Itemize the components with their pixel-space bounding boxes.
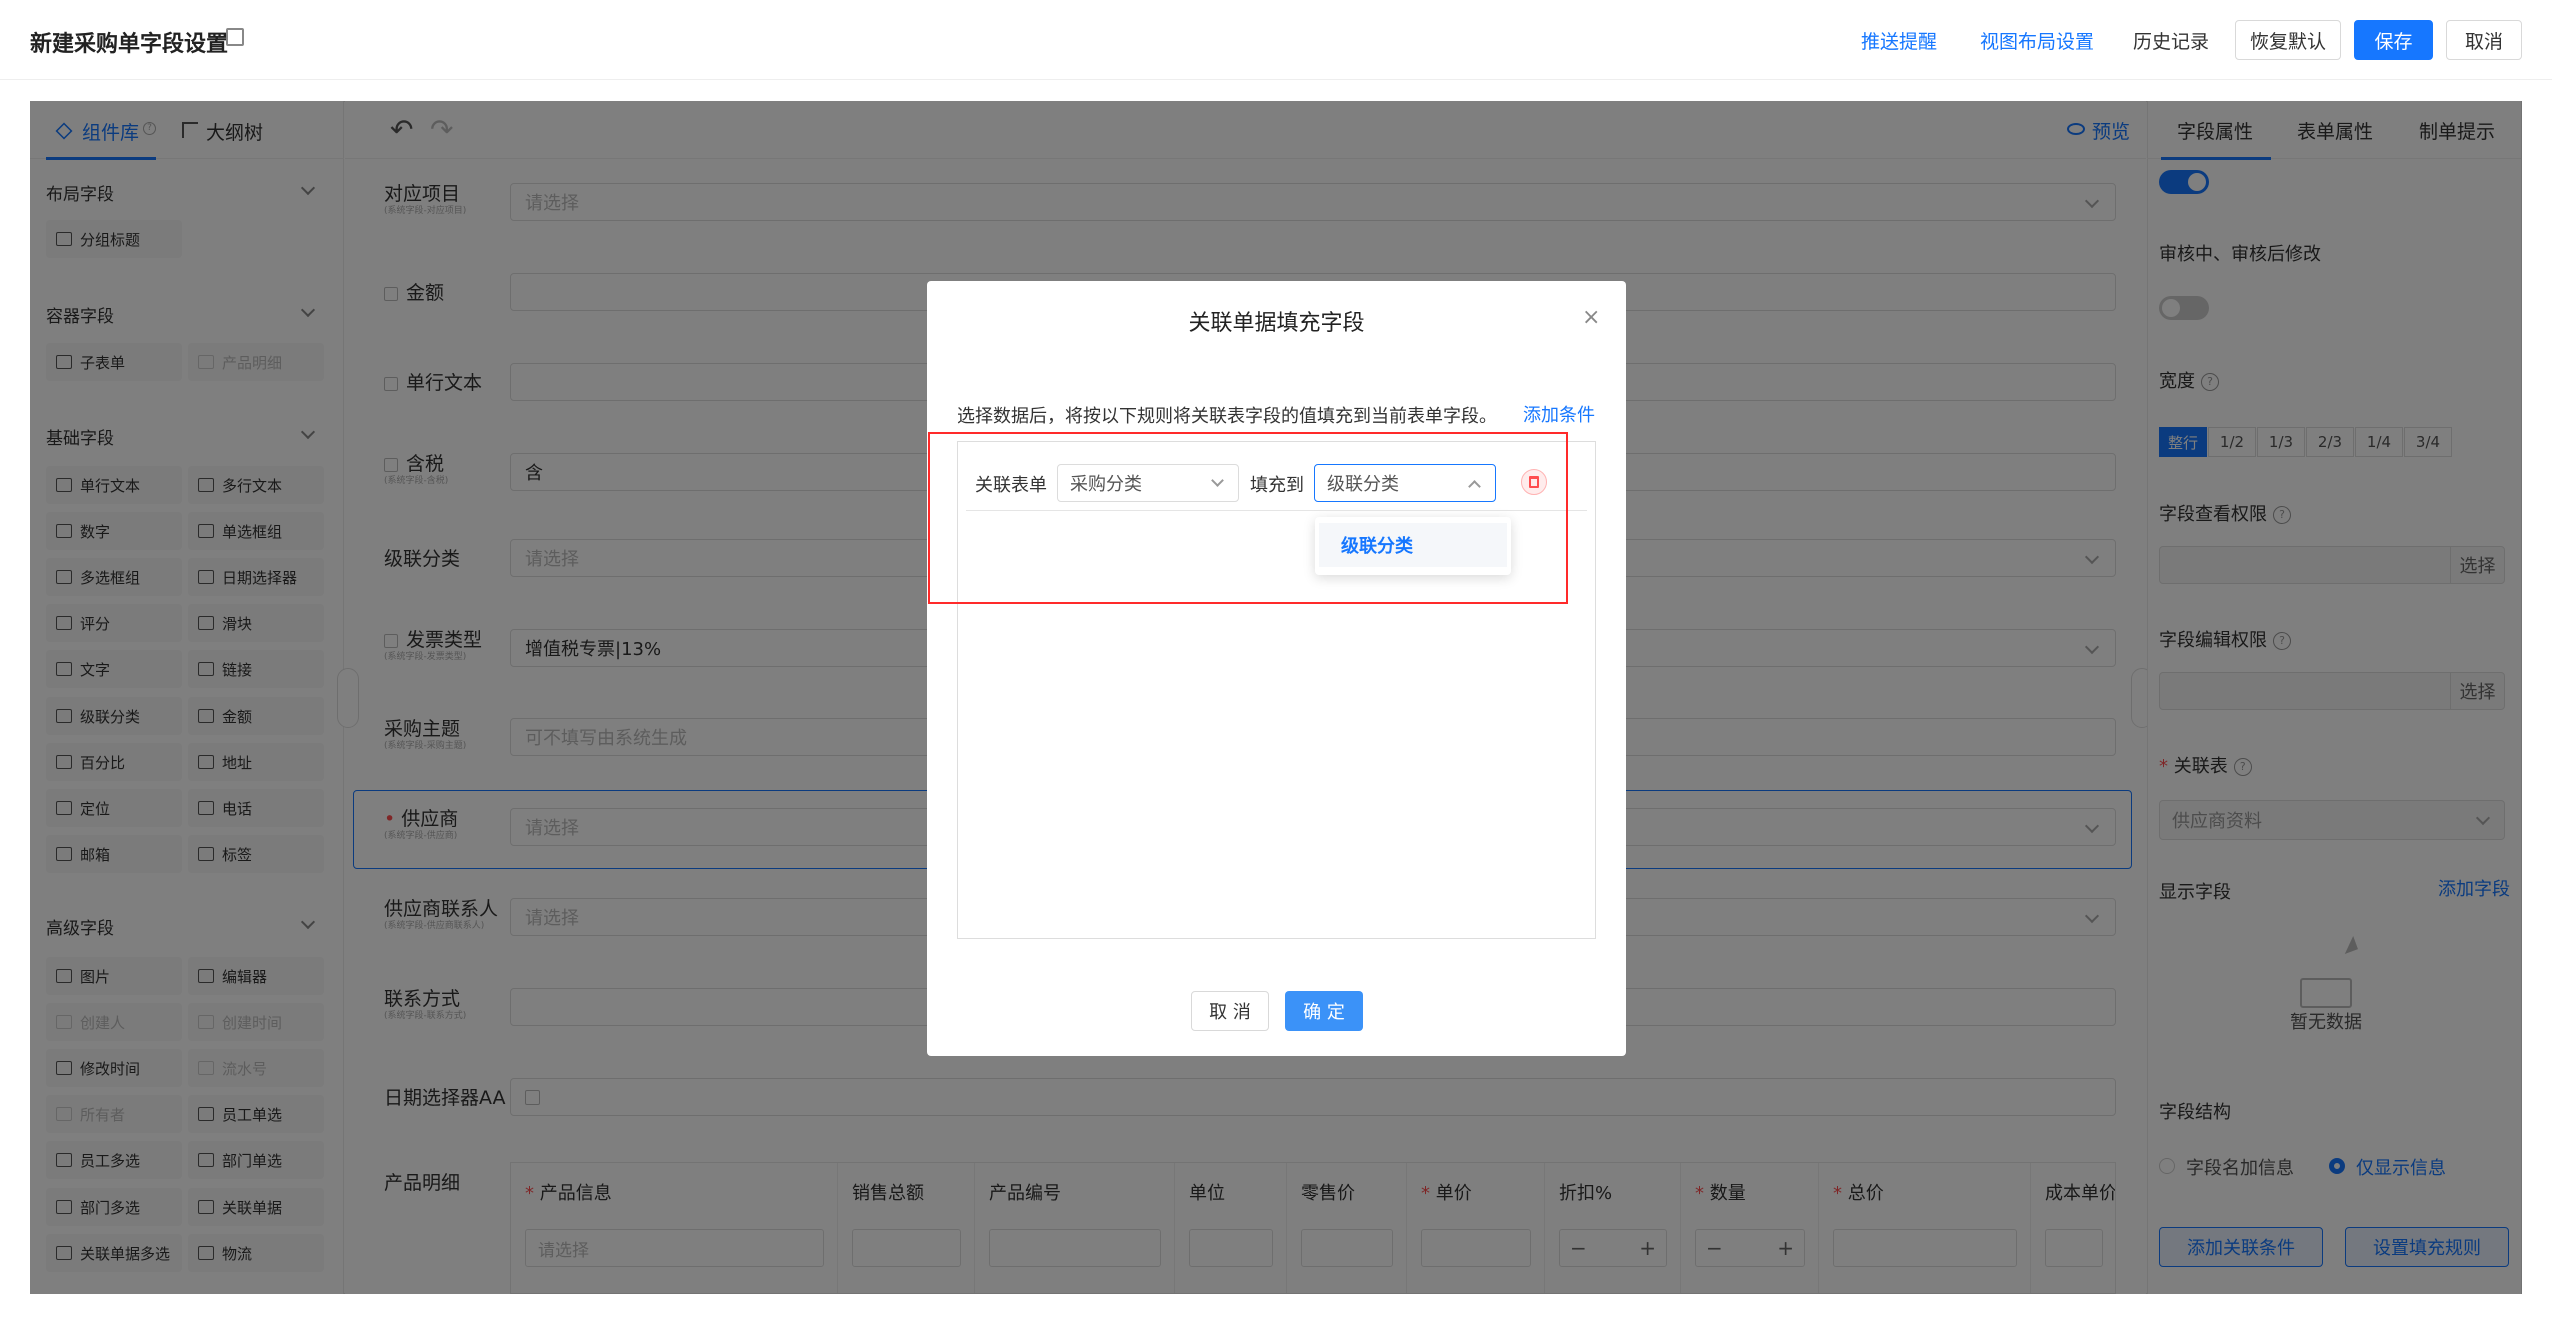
dialog-title: 关联单据填充字段	[1188, 311, 1365, 336]
restore-default-button[interactable]: 恢复默认	[2235, 20, 2341, 60]
highlight-box	[928, 432, 1568, 604]
close-icon[interactable]: ×	[1582, 305, 1600, 330]
page-title: 新建采购单字段设置	[30, 32, 229, 57]
fill-fields-dialog: 关联单据填充字段 × 选择数据后，将按以下规则将关联表字段的值填充到当前表单字段…	[927, 281, 1626, 1056]
top-bar: 新建采购单字段设置 推送提醒 视图布局设置 历史记录 恢复默认 保存 取消	[0, 0, 2552, 80]
push-reminder-link[interactable]: 推送提醒	[1861, 27, 1937, 54]
cancel-button[interactable]: 取消	[2446, 20, 2522, 60]
history-link[interactable]: 历史记录	[2133, 27, 2209, 54]
layout-icon[interactable]	[226, 28, 244, 46]
dialog-description: 选择数据后，将按以下规则将关联表字段的值填充到当前表单字段。	[957, 406, 1497, 427]
add-condition-link[interactable]: 添加条件	[1523, 401, 1595, 427]
save-button[interactable]: 保存	[2354, 20, 2433, 60]
dialog-ok-button[interactable]: 确 定	[1285, 991, 1363, 1031]
dialog-cancel-button[interactable]: 取 消	[1191, 991, 1269, 1031]
view-layout-link[interactable]: 视图布局设置	[1980, 27, 2094, 54]
